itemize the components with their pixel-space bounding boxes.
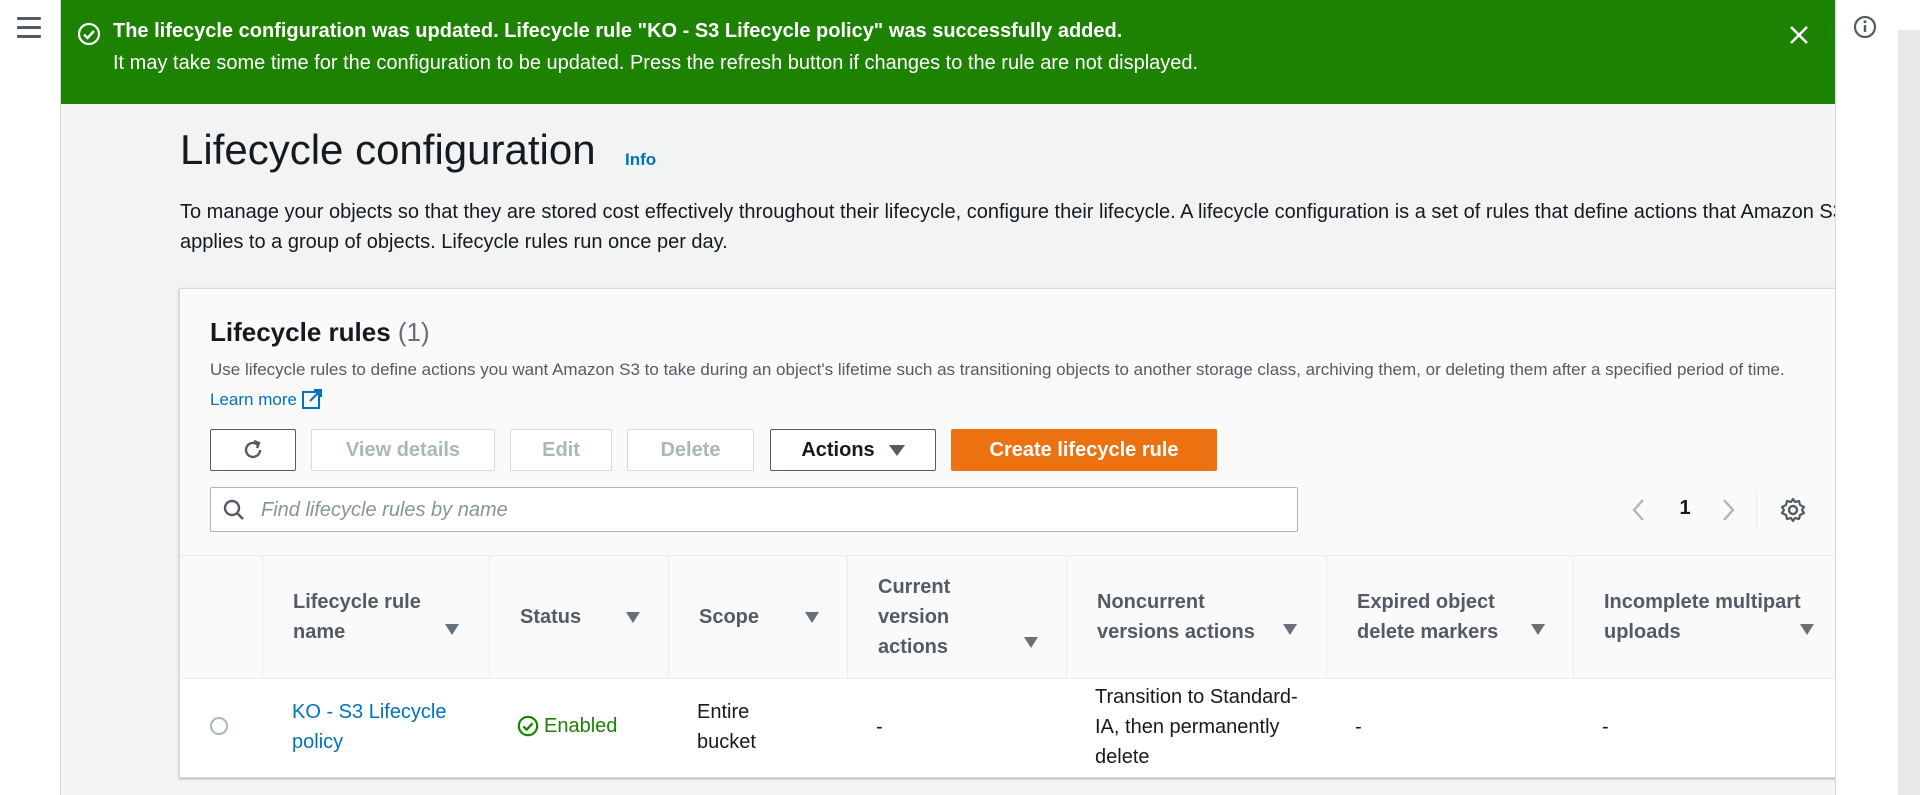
panel-header: Lifecycle rules (1) Use lifecycle rules … — [180, 289, 1838, 556]
status-text: Enabled — [544, 715, 618, 737]
table-header: Lifecycle rule name Status Scope Current… — [180, 556, 1838, 679]
scope-cell: Entire bucket — [697, 701, 756, 753]
page-description: To manage your objects so that they are … — [180, 201, 1844, 253]
sort-caret-icon — [445, 624, 459, 635]
noncurrent-versions-actions-cell: Transition to Standard-IA, then permanen… — [1095, 686, 1298, 768]
current-version-actions-cell: - — [876, 716, 883, 738]
panel-description-text: Use lifecycle rules to define actions yo… — [210, 360, 1785, 379]
close-icon[interactable] — [1786, 22, 1812, 48]
rule-name-link[interactable]: KO - S3 Lifecycle policy — [292, 697, 472, 757]
create-lifecycle-rule-button[interactable]: Create lifecycle rule — [951, 429, 1217, 471]
main-content: The lifecycle configuration was updated.… — [61, 0, 1844, 795]
search-input[interactable] — [259, 494, 1283, 526]
actions-dropdown-button[interactable]: Actions — [770, 429, 936, 471]
column-header-label: Current version actions — [878, 576, 951, 658]
gear-icon[interactable] — [1779, 496, 1807, 524]
panel-title: Lifecycle rules (1) — [210, 317, 430, 348]
delete-button[interactable]: Delete — [627, 429, 754, 471]
expired-object-delete-markers-cell: - — [1355, 716, 1362, 738]
column-header-scope[interactable]: Scope — [668, 556, 847, 678]
next-page-icon[interactable] — [1717, 494, 1739, 526]
info-link[interactable]: Info — [625, 150, 656, 170]
success-check-icon — [517, 715, 539, 737]
panel-title-text: Lifecycle rules — [210, 317, 391, 347]
scrollbar[interactable] — [1898, 30, 1920, 795]
caret-down-icon — [888, 444, 905, 456]
column-header-name[interactable]: Lifecycle rule name — [262, 556, 489, 678]
status-cell: Enabled — [517, 711, 617, 741]
search-box — [210, 487, 1298, 532]
column-header-label: Scope — [699, 606, 760, 628]
page-title: Lifecycle configuration — [180, 126, 596, 173]
incomplete-multipart-uploads-cell: - — [1602, 716, 1609, 738]
search-icon — [223, 499, 244, 520]
sort-caret-icon — [1531, 624, 1545, 635]
success-check-icon — [77, 22, 101, 46]
sort-caret-icon — [1283, 624, 1297, 635]
column-header-status[interactable]: Status — [489, 556, 668, 678]
table-row[interactable]: KO - S3 Lifecycle policy Enabled Entire … — [180, 679, 1838, 777]
learn-more-link[interactable]: Learn more — [210, 389, 323, 409]
edit-button[interactable]: Edit — [510, 429, 612, 471]
learn-more-label: Learn more — [210, 390, 297, 409]
menu-icon[interactable] — [17, 17, 41, 39]
column-header-label: Noncurrent versions actions — [1097, 591, 1255, 643]
column-header-label: Lifecycle rule name — [293, 591, 421, 643]
column-header-noncurrent-versions-actions[interactable]: Noncurrent versions actions — [1066, 556, 1326, 678]
previous-page-icon[interactable] — [1628, 494, 1650, 526]
external-link-icon — [301, 389, 322, 409]
flash-subtext: It may take some time for the configurat… — [113, 52, 1199, 74]
column-header-incomplete-multipart-uploads[interactable]: Incomplete multipart uploads — [1573, 556, 1838, 678]
column-header-current-version-actions[interactable]: Current version actions — [847, 556, 1066, 678]
current-page-number[interactable]: 1 — [1674, 497, 1696, 520]
column-header-label: Expired object delete markers — [1357, 591, 1499, 643]
column-header-label: Incomplete multipart uploads — [1604, 591, 1801, 643]
sort-caret-icon — [805, 612, 819, 623]
success-flashbar: The lifecycle configuration was updated.… — [61, 0, 1835, 104]
pager-divider — [1756, 489, 1757, 529]
flash-heading: The lifecycle configuration was updated.… — [113, 20, 1123, 42]
refresh-icon — [244, 439, 262, 459]
refresh-button[interactable] — [210, 429, 296, 471]
sort-caret-icon — [626, 612, 640, 623]
actions-label: Actions — [801, 438, 875, 461]
info-icon[interactable] — [1853, 15, 1877, 39]
column-header-label: Status — [520, 606, 582, 628]
view-details-button[interactable]: View details — [311, 429, 495, 471]
sort-caret-icon — [1800, 624, 1814, 635]
left-navigation-rail — [0, 0, 61, 795]
column-header-expired-object-delete-markers[interactable]: Expired object delete markers — [1326, 556, 1573, 678]
panel-description: Use lifecycle rules to define actions yo… — [210, 355, 1810, 415]
rule-count: (1) — [397, 317, 430, 347]
lifecycle-rules-panel: Lifecycle rules (1) Use lifecycle rules … — [179, 288, 1839, 778]
sort-caret-icon — [1024, 637, 1038, 648]
row-select-radio[interactable] — [210, 717, 228, 735]
